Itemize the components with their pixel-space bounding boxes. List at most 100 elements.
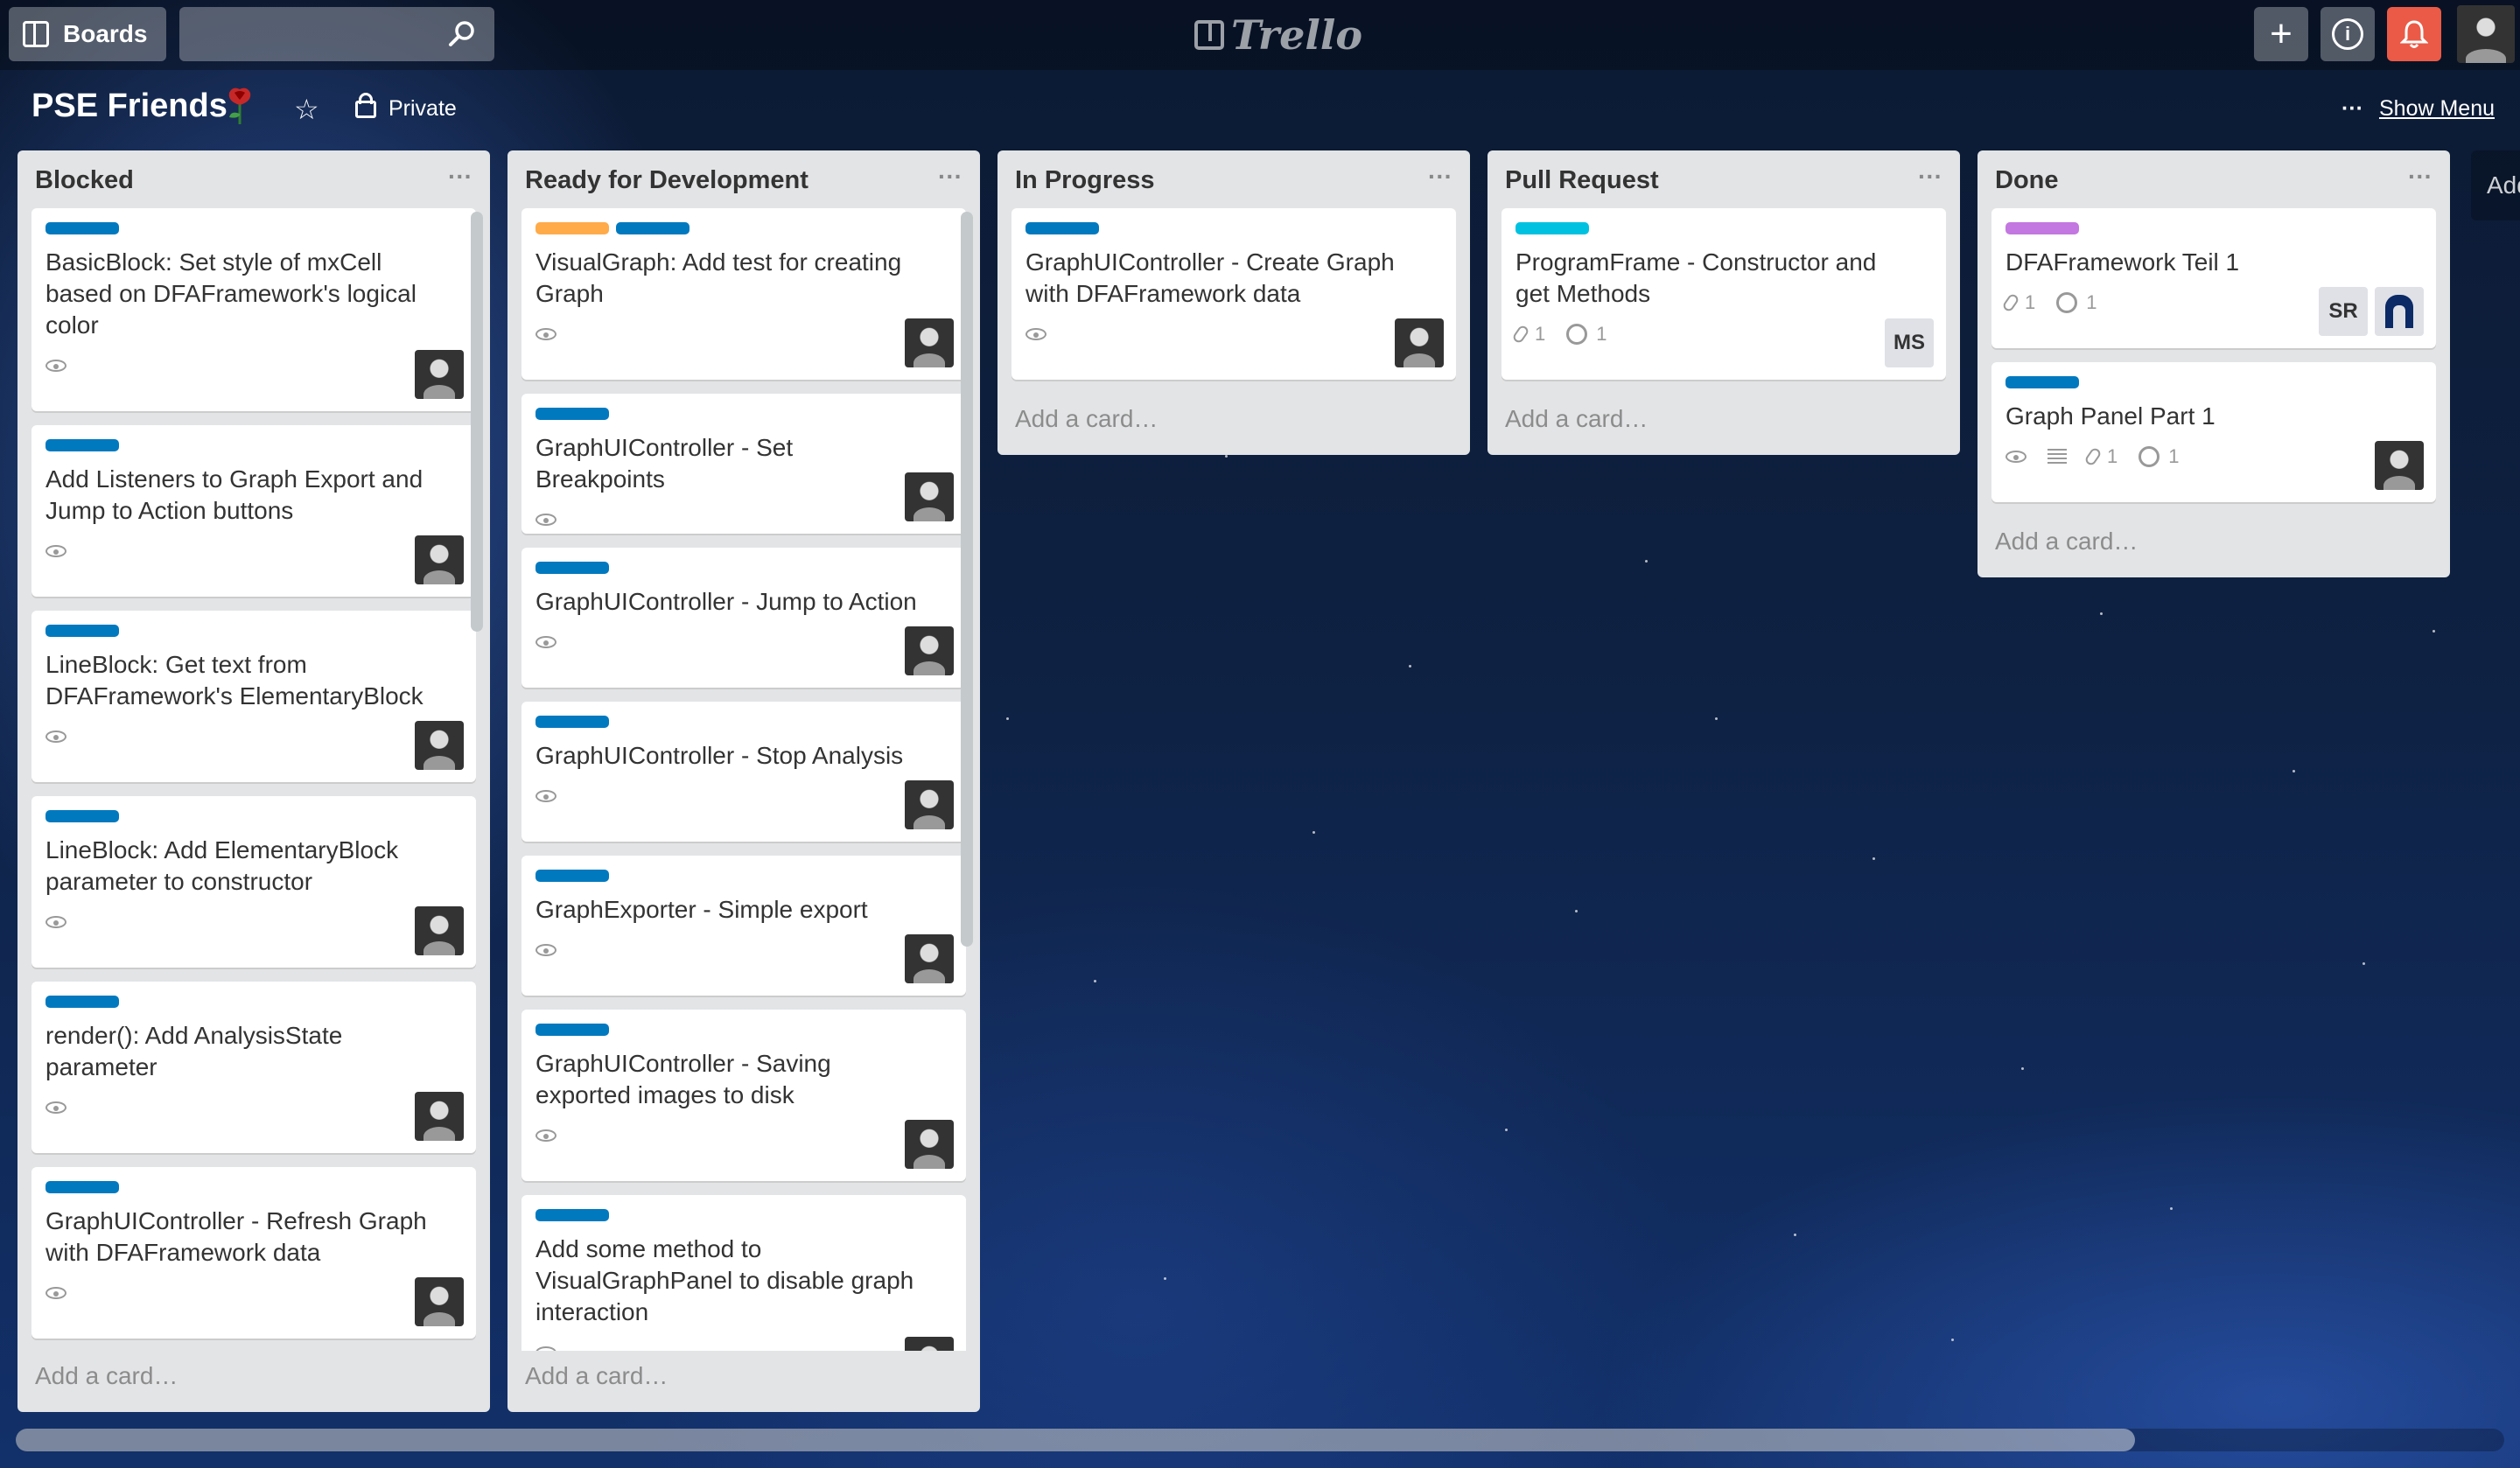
member-initials[interactable]: MS (1885, 318, 1934, 367)
card[interactable]: GraphUIController - Refresh Graph with D… (32, 1167, 476, 1339)
list-menu-icon[interactable]: ··· (1428, 163, 1452, 191)
github-count: 1 (2086, 291, 2097, 313)
member-avatar[interactable] (1395, 318, 1444, 367)
list-menu-icon[interactable]: ··· (1918, 163, 1942, 191)
member-avatar[interactable] (415, 1277, 464, 1326)
watch-icon (46, 1287, 66, 1299)
card[interactable]: Graph Panel Part 1 1 1 (1992, 362, 2436, 502)
list-menu-icon[interactable]: ··· (448, 163, 472, 191)
show-menu-button[interactable]: ··· Show Menu (2342, 96, 2495, 122)
card[interactable]: GraphExporter - Simple export (522, 856, 966, 996)
card[interactable]: GraphUIController - Stop Analysis (522, 702, 966, 842)
visibility-button[interactable]: Private (355, 92, 457, 122)
card-title: GraphUIController - Jump to Action (536, 588, 917, 615)
watch-icon (46, 731, 66, 743)
list-title[interactable]: In Progress (1015, 166, 1155, 195)
list-scrollbar[interactable] (961, 212, 973, 947)
list-scrollbar[interactable] (471, 212, 483, 632)
label-blue (46, 625, 119, 637)
card[interactable]: GraphUIController - Create Graph with DF… (1012, 208, 1456, 380)
list-title[interactable]: Blocked (35, 166, 134, 195)
member-avatar[interactable] (905, 318, 954, 367)
card[interactable]: DFAFramework Teil 1 1 1 SR (1992, 208, 2436, 348)
member-avatar[interactable] (415, 721, 464, 770)
card[interactable]: Add Listeners to Graph Export and Jump t… (32, 425, 476, 597)
list-title[interactable]: Pull Request (1505, 166, 1659, 195)
member-avatar[interactable] (905, 780, 954, 829)
member-avatar[interactable] (415, 350, 464, 399)
member-initials[interactable]: SR (2319, 287, 2368, 336)
info-button[interactable]: i (2320, 7, 2375, 61)
search-icon[interactable] (447, 19, 477, 49)
card[interactable]: LineBlock: Add ElementaryBlock parameter… (32, 796, 476, 968)
member-avatar[interactable] (415, 1092, 464, 1141)
label-blue (536, 716, 609, 728)
label-blue (46, 996, 119, 1008)
list-header: Done ··· (1978, 150, 2450, 208)
card[interactable]: render(): Add AnalysisState parameter (32, 982, 476, 1153)
card[interactable]: Add some method to VisualGraphPanel to d… (522, 1195, 966, 1351)
add-card-button[interactable]: Add a card… (18, 1351, 490, 1412)
label-blue (536, 408, 609, 420)
list-title[interactable]: Done (1995, 166, 2059, 195)
attachment-count: 1 (1535, 323, 1546, 345)
list-header: Ready for Development ··· (508, 150, 980, 208)
card-title: DFAFramework Teil 1 (2006, 248, 2240, 276)
github-icon (2138, 446, 2160, 467)
add-card-button[interactable]: Add a card… (508, 1351, 980, 1412)
member-avatar[interactable] (905, 626, 954, 675)
list-done: Done ··· DFAFramework Teil 1 1 1 SR Grap… (1978, 150, 2450, 577)
list-menu-icon[interactable]: ··· (938, 163, 962, 191)
add-card-button[interactable]: Add a card… (1488, 394, 1960, 455)
watch-icon (46, 360, 66, 372)
card[interactable]: GraphUIController - Set Breakpoints (522, 394, 966, 534)
label-blue (46, 439, 119, 451)
add-card-button[interactable]: Add a card… (1978, 516, 2450, 577)
card[interactable]: VisualGraph: Add test for creating Graph (522, 208, 966, 380)
card-title: LineBlock: Get text from DFAFramework's … (46, 651, 424, 710)
card-title: ProgramFrame - Constructor and get Metho… (1516, 248, 1877, 307)
user-avatar[interactable] (2457, 5, 2515, 63)
member-avatar[interactable] (905, 1337, 954, 1351)
watch-icon (536, 636, 556, 648)
add-button[interactable]: + (2254, 7, 2308, 61)
member-avatar[interactable] (905, 1120, 954, 1169)
list-menu-icon[interactable]: ··· (2408, 163, 2432, 191)
add-list-button[interactable]: Add (2471, 150, 2520, 220)
card[interactable]: BasicBlock: Set style of mxCell based on… (32, 208, 476, 411)
list-header: Blocked ··· (18, 150, 490, 208)
watch-icon (1026, 328, 1046, 340)
board-title[interactable]: PSE Friends (32, 87, 228, 125)
card[interactable]: GraphUIController - Saving exported imag… (522, 1010, 966, 1181)
show-menu-label: Show Menu (2378, 96, 2496, 121)
boards-button[interactable]: Boards (9, 7, 166, 61)
label-blue (536, 1024, 609, 1036)
horizontal-scrollbar-thumb[interactable] (16, 1429, 2135, 1451)
member-avatar[interactable] (905, 934, 954, 983)
member-avatar[interactable] (905, 472, 954, 521)
trello-logo[interactable]: Trello (1194, 11, 1362, 59)
card[interactable]: ProgramFrame - Constructor and get Metho… (1502, 208, 1946, 380)
top-header: Boards Trello + i (0, 0, 2520, 70)
card-title: BasicBlock: Set style of mxCell based on… (46, 248, 416, 339)
n-logo-icon (2385, 295, 2413, 328)
list-title[interactable]: Ready for Development (525, 166, 808, 195)
card-title: render(): Add AnalysisState parameter (46, 1022, 343, 1080)
notifications-button[interactable] (2387, 7, 2441, 61)
watch-icon (2006, 451, 2026, 463)
search-input[interactable] (179, 7, 494, 61)
card[interactable]: GraphUIController - Jump to Action (522, 548, 966, 688)
list-blocked: Blocked ··· BasicBlock: Set style of mxC… (18, 150, 490, 1412)
add-card-button[interactable]: Add a card… (998, 394, 1470, 455)
boards-icon (23, 21, 49, 47)
member-avatar[interactable] (2375, 441, 2424, 490)
horizontal-scrollbar[interactable] (16, 1429, 2504, 1451)
member-avatar[interactable] (415, 535, 464, 584)
card-title: VisualGraph: Add test for creating Graph (536, 248, 902, 307)
member-avatar[interactable] (415, 906, 464, 955)
label-orange (536, 222, 609, 234)
star-board-button[interactable]: ☆ (294, 93, 319, 126)
card[interactable]: LineBlock: Get text from DFAFramework's … (32, 611, 476, 782)
label-blue (46, 810, 119, 822)
member-logo-avatar[interactable] (2375, 287, 2424, 336)
